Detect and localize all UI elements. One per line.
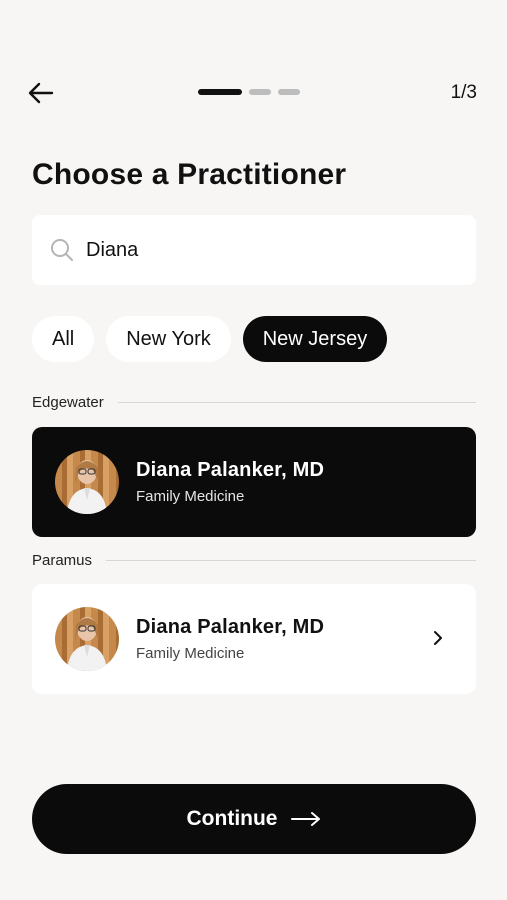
- progress-segment: [278, 89, 300, 95]
- search-input[interactable]: [86, 238, 446, 262]
- practitioner-specialty: Family Medicine: [136, 488, 245, 505]
- arrow-right-icon: [291, 812, 321, 826]
- search-icon: [50, 237, 76, 263]
- practitioner-specialty: Family Medicine: [136, 645, 245, 662]
- arrow-left-icon: [28, 82, 54, 104]
- filter-chip-new-york[interactable]: New York: [106, 316, 231, 362]
- progress-segment-active: [198, 89, 242, 95]
- avatar: [55, 450, 119, 514]
- section-header-edgewater: Edgewater: [32, 394, 476, 411]
- divider: [117, 402, 476, 403]
- search-bar[interactable]: [32, 215, 476, 285]
- practitioner-card[interactable]: Diana Palanker, MD Family Medicine: [32, 427, 476, 537]
- back-button[interactable]: [26, 78, 56, 108]
- filter-chip-new-jersey[interactable]: New Jersey: [242, 316, 388, 362]
- avatar: [55, 607, 119, 671]
- practitioner-name: Diana Palanker, MD: [136, 459, 325, 481]
- divider: [106, 560, 476, 561]
- chevron-right-icon: [434, 631, 442, 645]
- location-filters: All New York New Jersey: [32, 316, 388, 362]
- filter-chip-all[interactable]: All: [32, 316, 95, 362]
- continue-button[interactable]: Continue: [32, 784, 476, 854]
- practitioner-card[interactable]: Diana Palanker, MD Family Medicine: [32, 584, 476, 694]
- page-title: Choose a Practitioner: [32, 158, 347, 191]
- section-label: Paramus: [32, 552, 93, 569]
- progress-segment: [249, 89, 271, 95]
- practitioner-name: Diana Palanker, MD: [136, 616, 325, 638]
- section-label: Edgewater: [32, 394, 104, 411]
- section-header-paramus: Paramus: [32, 552, 476, 569]
- continue-label: Continue: [186, 807, 278, 830]
- step-progress: [198, 89, 300, 95]
- step-counter: 1/3: [450, 82, 477, 103]
